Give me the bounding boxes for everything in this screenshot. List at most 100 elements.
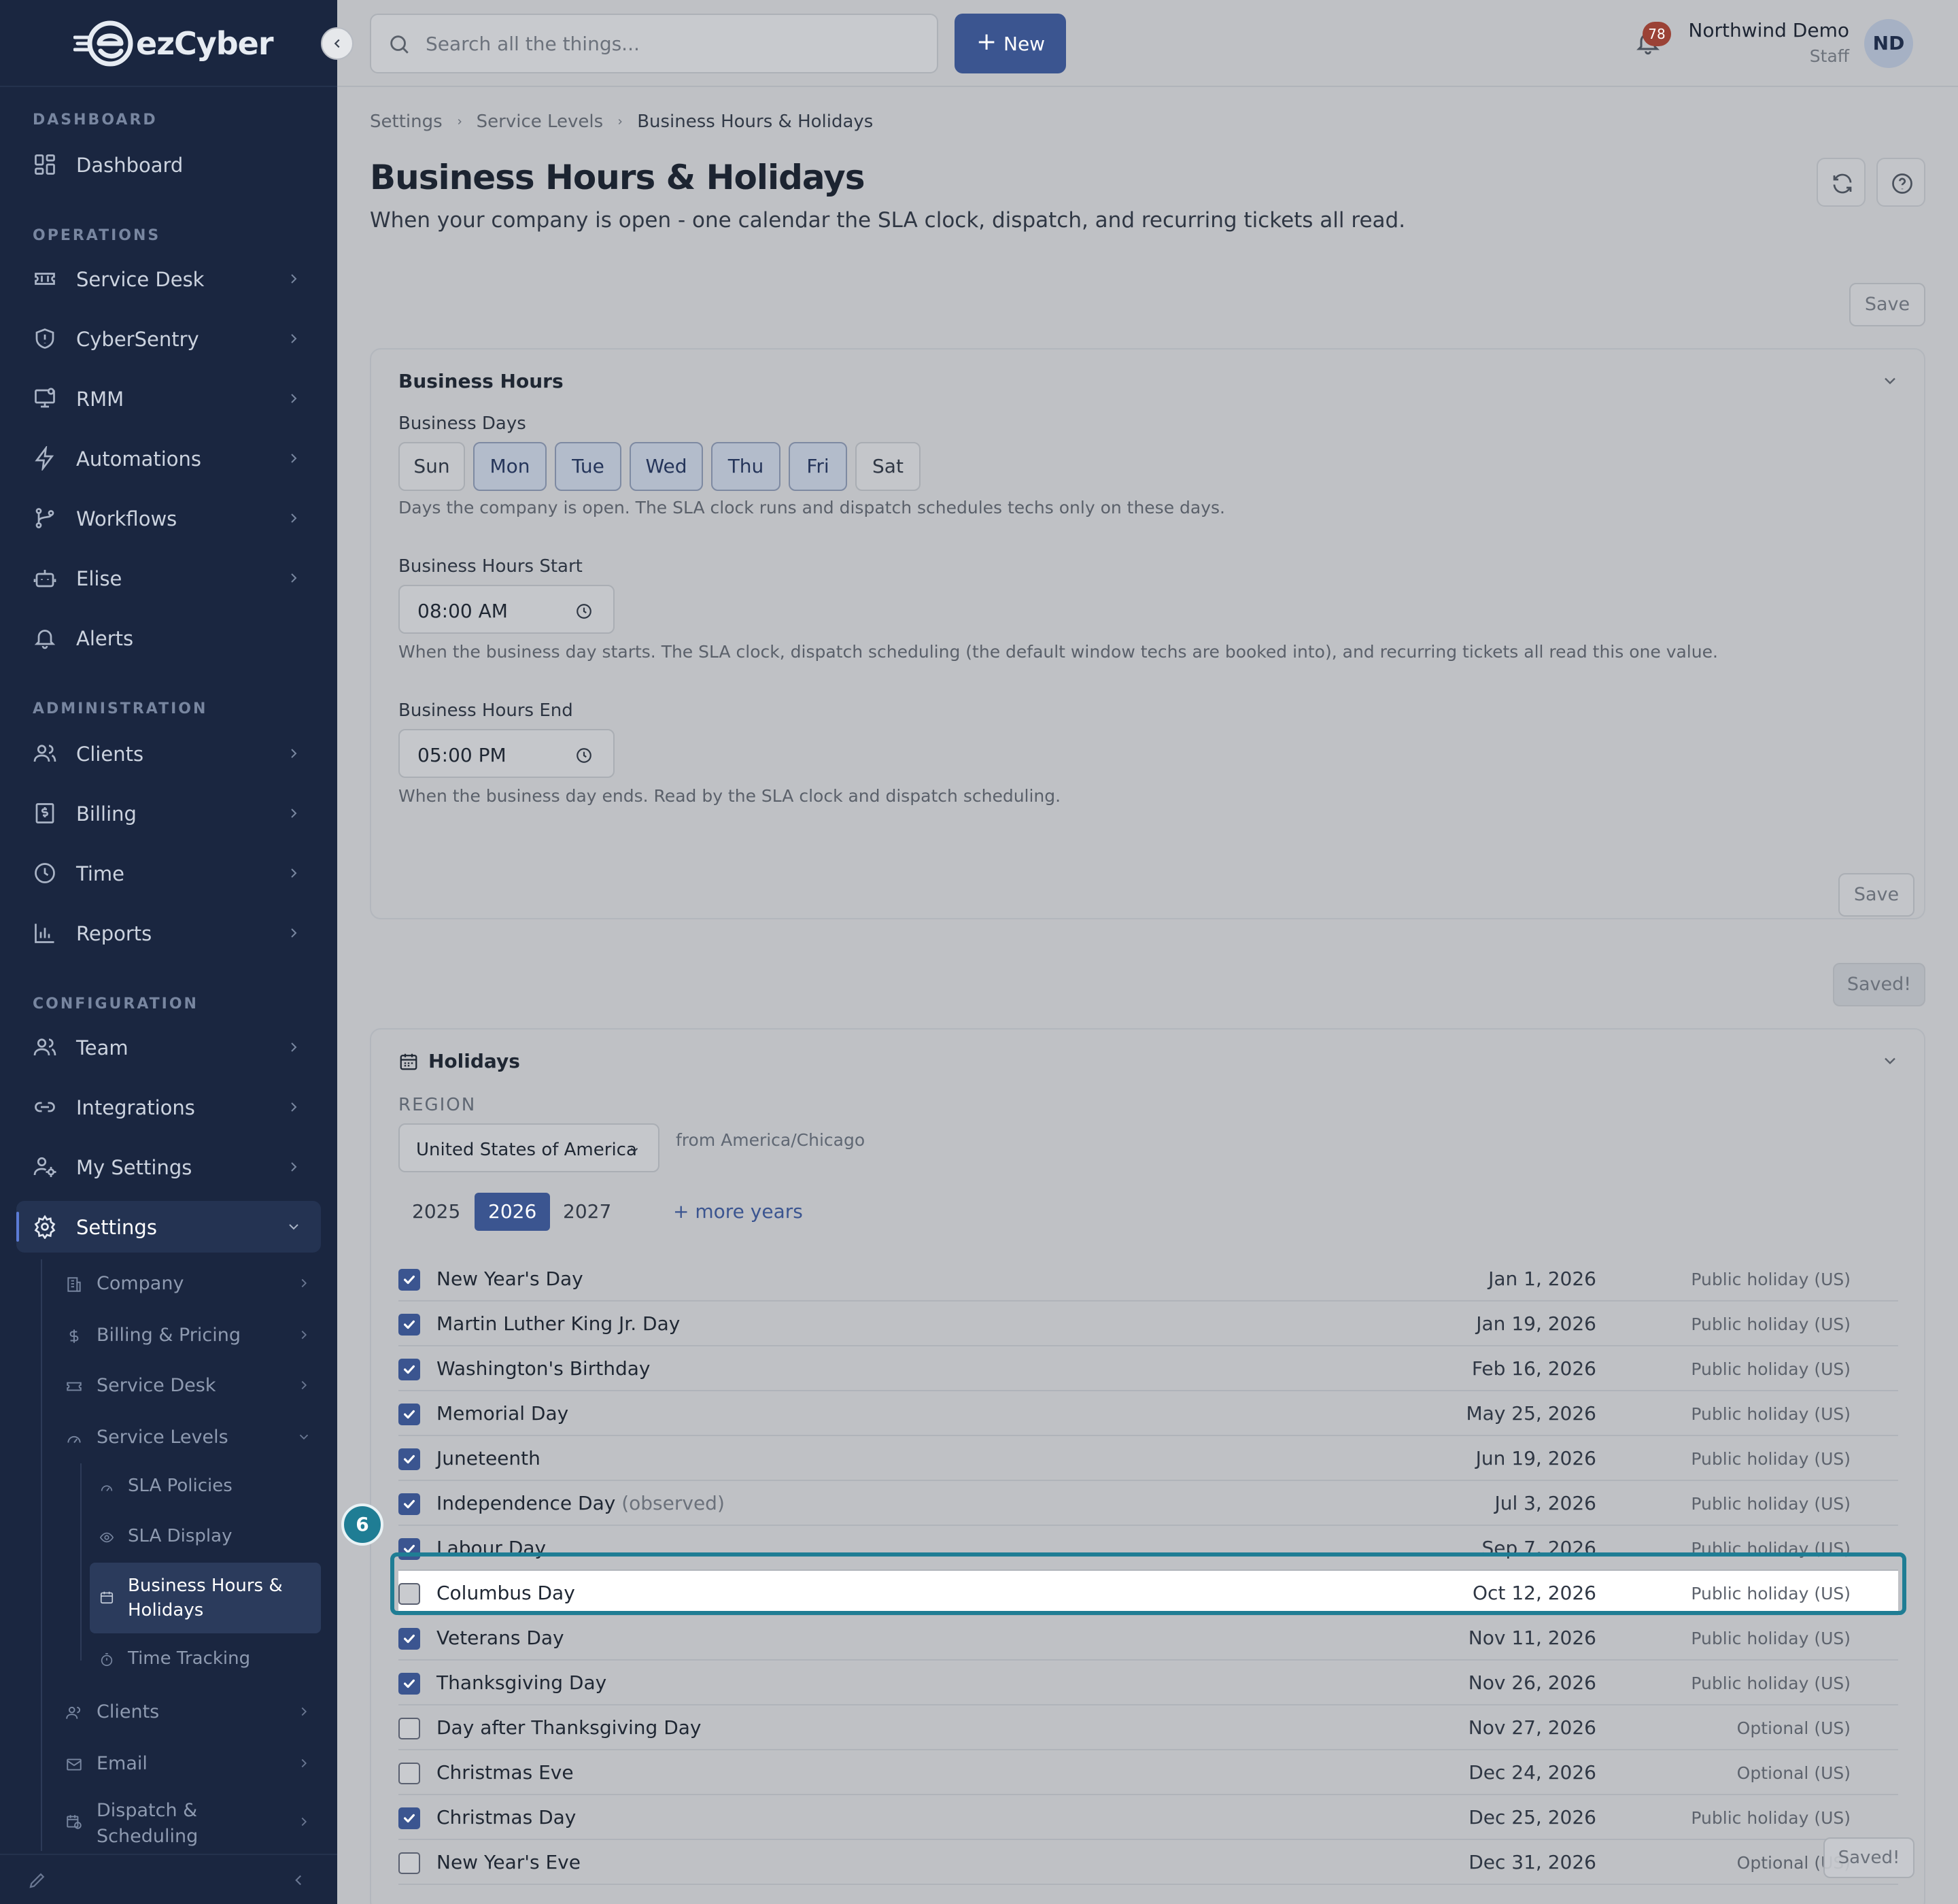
save-button-top[interactable]: Save <box>1849 283 1925 326</box>
day-toggle-wed[interactable]: Wed <box>630 442 703 491</box>
holiday-checkbox[interactable] <box>398 1269 420 1291</box>
holiday-checkbox[interactable] <box>398 1493 420 1515</box>
end-time-input[interactable]: 05:00 PM <box>398 729 615 778</box>
holiday-checkbox[interactable] <box>398 1807 420 1829</box>
region-select[interactable]: United States of America <box>398 1123 659 1172</box>
sidebar-collapse-button[interactable] <box>321 27 354 60</box>
pencil-icon[interactable] <box>27 1870 48 1890</box>
check-icon <box>403 1275 415 1285</box>
subnav-time-tracking[interactable]: Time Tracking <box>90 1636 321 1682</box>
search-input[interactable]: Search all the things... <box>370 14 938 73</box>
year-tab-2026[interactable]: 2026 <box>475 1193 551 1231</box>
nav-team[interactable]: Team <box>16 1021 321 1073</box>
holiday-checkbox[interactable] <box>398 1404 420 1425</box>
nav-alerts[interactable]: Alerts <box>16 612 321 664</box>
breadcrumb-settings[interactable]: Settings <box>370 112 443 132</box>
nav-label: Automations <box>76 447 202 471</box>
chevron-left-icon[interactable] <box>290 1871 307 1889</box>
new-button[interactable]: + New <box>955 14 1066 73</box>
nav-billing[interactable]: Billing <box>16 787 321 839</box>
holiday-checkbox[interactable] <box>398 1359 420 1380</box>
holiday-date: Dec 24, 2026 <box>1468 1761 1596 1784</box>
holiday-name: Veterans Day <box>436 1627 564 1649</box>
holiday-row[interactable]: Columbus Day Oct 12, 2026 Public holiday (… <box>398 1571 1898 1616</box>
chevron-right-icon <box>291 513 297 523</box>
nav-cybersentry[interactable]: CyberSentry <box>16 313 321 364</box>
nav-my-settings[interactable]: My Settings <box>16 1141 321 1193</box>
holiday-name: Labour Day <box>436 1537 546 1559</box>
holiday-row[interactable]: Thanksgiving Day Nov 26, 2026 Public holid… <box>398 1661 1898 1705</box>
holiday-checkbox[interactable] <box>398 1538 420 1560</box>
chevron-down-icon[interactable] <box>1880 1051 1900 1070</box>
holiday-row[interactable]: Veterans Day Nov 11, 2026 Public holiday (… <box>398 1616 1898 1661</box>
year-tab-2027[interactable]: 2027 <box>549 1193 625 1231</box>
nav-label: Settings <box>76 1216 157 1239</box>
holiday-row[interactable]: Day after Thanksgiving Day Nov 27, 2026 Op… <box>398 1705 1898 1750</box>
nav-clients[interactable]: Clients <box>16 728 321 779</box>
day-toggle-sat[interactable]: Sat <box>855 442 921 491</box>
nav-service-desk[interactable]: Service Desk <box>16 253 321 305</box>
holiday-date: May 25, 2026 <box>1466 1402 1596 1425</box>
user-name[interactable]: Northwind Demo <box>1688 19 1849 41</box>
holiday-row[interactable]: Juneteenth Jun 19, 2026 Public holiday (US… <box>398 1436 1898 1481</box>
subnav-sla-policies[interactable]: SLA Policies <box>90 1463 321 1510</box>
subnav-billing-pricing[interactable]: Billing & Pricing <box>49 1311 321 1359</box>
day-toggle-sun[interactable]: Sun <box>398 442 465 491</box>
holiday-row[interactable]: Memorial Day May 25, 2026 Public holiday (… <box>398 1391 1898 1436</box>
holiday-checkbox[interactable] <box>398 1763 420 1784</box>
holiday-checkbox[interactable] <box>398 1448 420 1470</box>
refresh-button[interactable] <box>1817 158 1866 207</box>
nav-workflows[interactable]: Workflows <box>16 492 321 544</box>
nav-time[interactable]: Time <box>16 847 321 899</box>
subnav-business-hours-holidays[interactable]: Business Hours & Holidays <box>90 1563 321 1633</box>
subnav-service-desk[interactable]: Service Desk <box>49 1361 321 1409</box>
holiday-row[interactable]: Labour Day Sep 7, 2026 Public holiday (US) <box>398 1526 1898 1571</box>
mail-icon <box>67 1758 82 1771</box>
chevron-left-icon <box>334 39 340 48</box>
subnav-label: Service Desk <box>97 1375 216 1396</box>
holiday-row[interactable]: Martin Luther King Jr. Day Jan 19, 2026 Pu… <box>398 1302 1898 1346</box>
day-toggle-tue[interactable]: Tue <box>555 442 621 491</box>
subnav-clients[interactable]: Clients <box>49 1688 321 1735</box>
holiday-row[interactable]: Christmas Eve Dec 24, 2026 Optional (US) <box>398 1750 1898 1795</box>
holiday-row[interactable]: New Year's Day Jan 1, 2026 Public holiday … <box>398 1257 1898 1302</box>
save-button-bottom[interactable]: Save <box>1838 873 1914 917</box>
robot-icon <box>33 570 56 588</box>
day-toggle-thu[interactable]: Thu <box>711 442 780 491</box>
holiday-type: Public holiday (US) <box>1691 1673 1851 1693</box>
year-tab-2025[interactable]: 2025 <box>398 1193 474 1231</box>
subnav-service-levels[interactable]: Service Levels <box>49 1413 321 1461</box>
breadcrumb-service-levels[interactable]: Service Levels <box>477 112 604 132</box>
nav-dashboard[interactable]: Dashboard <box>16 139 321 190</box>
nav-integrations[interactable]: Integrations <box>16 1081 321 1133</box>
logo[interactable]: ezCyber <box>73 16 274 71</box>
chevron-down-icon[interactable] <box>1880 371 1900 390</box>
holiday-checkbox[interactable] <box>398 1718 420 1739</box>
holiday-checkbox[interactable] <box>398 1628 420 1650</box>
nav-elise[interactable]: Elise <box>16 552 321 604</box>
holiday-checkbox[interactable] <box>398 1673 420 1695</box>
subnav-email[interactable]: Email <box>49 1739 321 1787</box>
users-icon <box>66 1706 81 1719</box>
subnav-dispatch-scheduling[interactable]: Dispatch & Scheduling <box>49 1792 321 1850</box>
avatar[interactable]: ND <box>1864 19 1913 68</box>
holiday-row[interactable]: Washington's Birthday Feb 16, 2026 Public … <box>398 1346 1898 1391</box>
holiday-row[interactable]: Christmas Day Dec 25, 2026 Public holiday … <box>398 1795 1898 1840</box>
help-button[interactable] <box>1876 158 1925 207</box>
holiday-checkbox[interactable] <box>398 1583 420 1605</box>
nav-automations[interactable]: Automations <box>16 432 321 484</box>
subnav-label: Email <box>97 1753 148 1774</box>
more-years-link[interactable]: + more years <box>673 1193 803 1231</box>
subnav-company[interactable]: Company <box>49 1259 321 1307</box>
holiday-row[interactable]: Independence Day (observed) Jul 3, 2026 Pu… <box>398 1481 1898 1526</box>
subnav-sla-display[interactable]: SLA Display <box>90 1514 321 1560</box>
start-time-input[interactable]: 08:00 AM <box>398 585 615 634</box>
nav-rmm[interactable]: RMM <box>16 373 321 424</box>
nav-reports[interactable]: Reports <box>16 907 321 959</box>
day-toggle-mon[interactable]: Mon <box>473 442 547 491</box>
holiday-checkbox[interactable] <box>398 1314 420 1336</box>
nav-settings[interactable]: Settings <box>16 1201 321 1253</box>
holiday-checkbox[interactable] <box>398 1852 420 1874</box>
day-toggle-fri[interactable]: Fri <box>789 442 847 491</box>
holiday-row[interactable]: New Year's Eve Dec 31, 2026 Optional (US) <box>398 1840 1898 1885</box>
